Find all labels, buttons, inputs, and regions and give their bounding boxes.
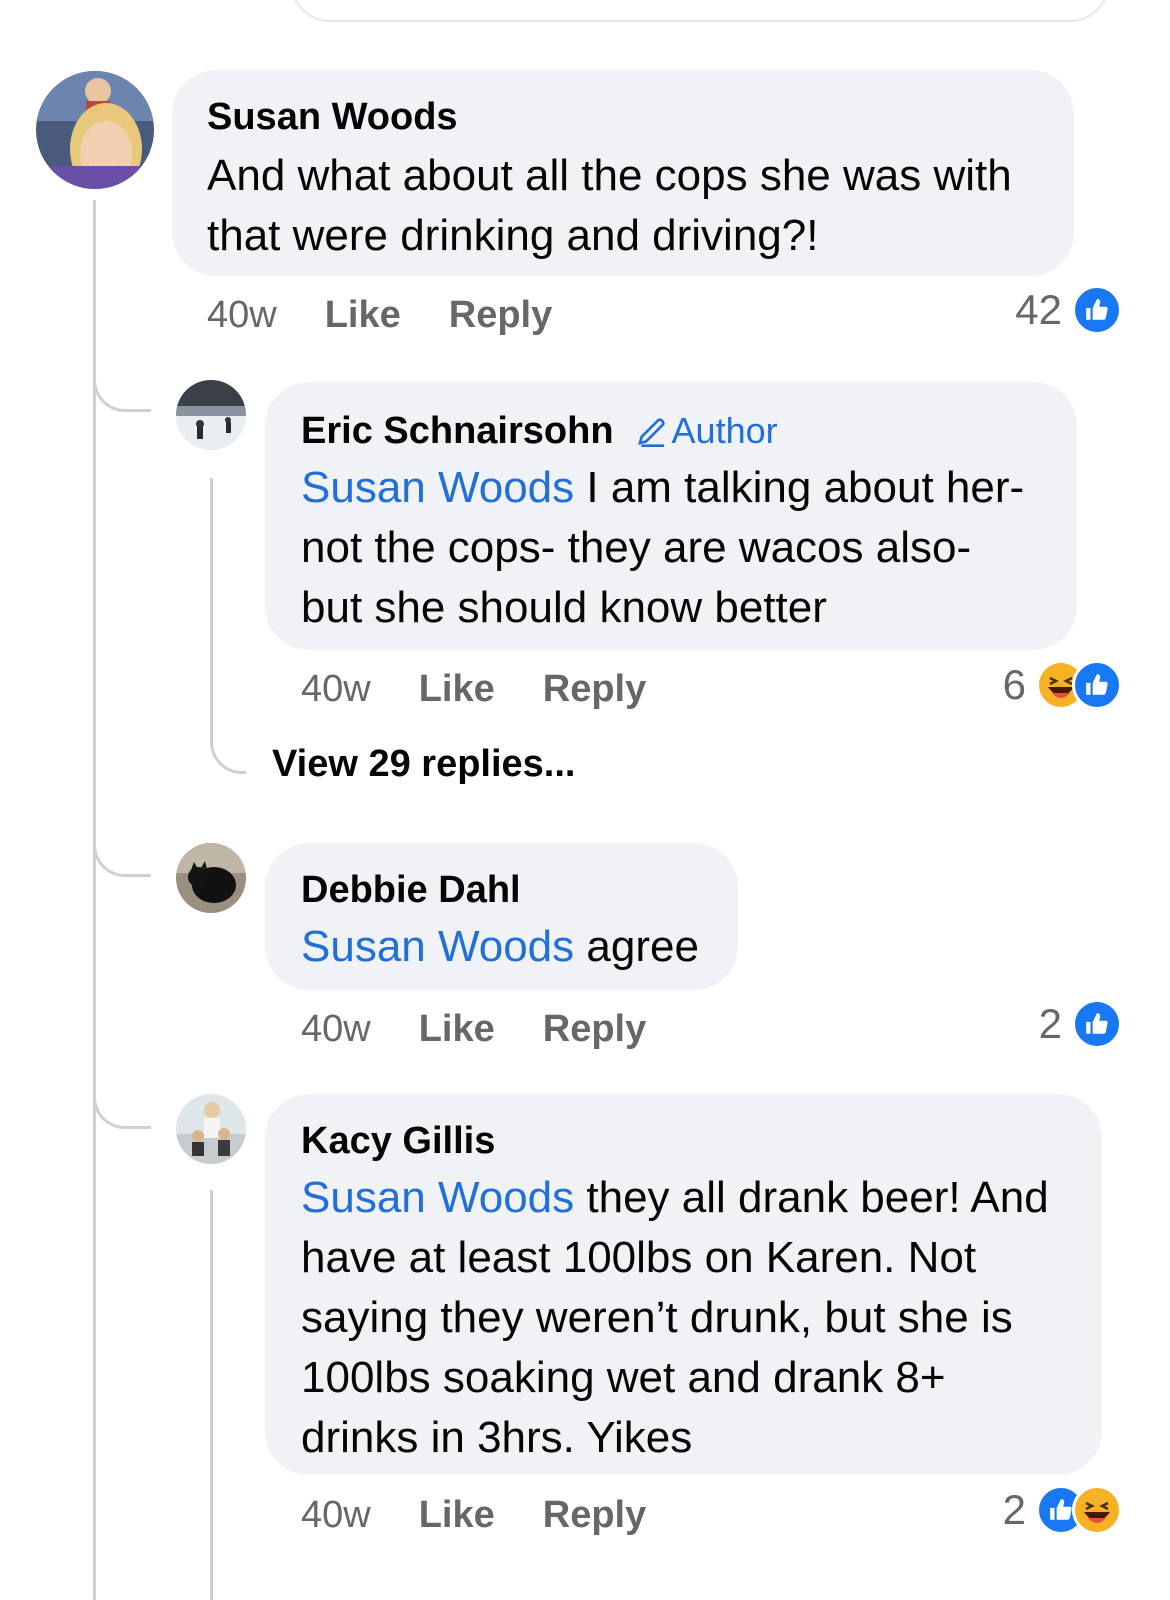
comment-author[interactable]: Susan Woods (207, 94, 1040, 140)
thread-connector (93, 1067, 151, 1129)
like-button[interactable]: Like (325, 294, 401, 337)
thread-line-sub (210, 1190, 213, 1600)
comment-author[interactable]: Debbie Dahl (301, 867, 704, 913)
reaction-summary[interactable]: 2 (1039, 994, 1122, 1054)
avatar[interactable] (176, 843, 246, 913)
like-icon (1072, 999, 1122, 1049)
avatar[interactable] (36, 71, 154, 189)
comment-author[interactable]: Eric Schnairsohn (301, 410, 614, 452)
comment-actions: 40w Like Reply (301, 1008, 694, 1051)
pencil-icon (637, 418, 665, 447)
comment-timestamp[interactable]: 40w (301, 668, 371, 711)
comment-actions: 40w Like Reply (301, 668, 694, 711)
reaction-summary[interactable]: 6 (1003, 655, 1122, 715)
comment-bubble: Susan Woods And what about all the cops … (172, 70, 1074, 276)
comment-text: And what about all the cops she was with… (207, 151, 1012, 260)
mention-link[interactable]: Susan Woods (301, 463, 574, 512)
comment-header: Eric Schnairsohn Author (301, 408, 1043, 454)
view-replies-link[interactable]: View 29 replies... (272, 743, 575, 786)
comment-actions: 40w Like Reply (301, 1494, 694, 1537)
thread-connector (210, 478, 246, 774)
mention-link[interactable]: Susan Woods (301, 1173, 574, 1222)
reaction-summary[interactable]: 2 (1003, 1480, 1122, 1540)
reaction-count: 42 (1015, 286, 1062, 333)
avatar[interactable] (176, 1094, 246, 1164)
comment-bubble: Debbie Dahl Susan Woods agree (265, 843, 738, 990)
mention-link[interactable]: Susan Woods (301, 922, 574, 971)
author-badge: Author (636, 408, 778, 454)
reply-button[interactable]: Reply (449, 294, 552, 337)
like-button[interactable]: Like (419, 1008, 495, 1051)
reply-button[interactable]: Reply (543, 668, 646, 711)
thread-line-main (93, 200, 96, 1600)
comment-text: Susan Woods they all drank beer! And hav… (301, 1168, 1068, 1468)
like-icon (1072, 660, 1122, 710)
comment-timestamp[interactable]: 40w (301, 1494, 371, 1537)
comment-text: Susan Woods I am talking about her- not … (301, 458, 1043, 638)
avatar[interactable] (176, 380, 246, 450)
comment-bubble: Eric Schnairsohn Author Susan Woods I am … (265, 382, 1077, 650)
comment-actions: 40w Like Reply (207, 294, 600, 337)
comment-text: Susan Woods agree (301, 917, 704, 977)
haha-icon (1072, 1485, 1122, 1535)
previous-comment-bubble-edge (290, 0, 1110, 22)
comment-timestamp[interactable]: 40w (207, 294, 277, 337)
reaction-count: 6 (1002, 661, 1026, 708)
like-button[interactable]: Like (419, 668, 495, 711)
thread-connector (93, 350, 151, 412)
comment-timestamp[interactable]: 40w (301, 1008, 371, 1051)
like-icon (1072, 285, 1122, 335)
comment-body: agree (586, 922, 699, 971)
reply-button[interactable]: Reply (543, 1008, 646, 1051)
comment-bubble: Kacy Gillis Susan Woods they all drank b… (265, 1094, 1102, 1475)
like-button[interactable]: Like (419, 1494, 495, 1537)
reaction-count: 2 (1038, 1000, 1062, 1047)
comment-author[interactable]: Kacy Gillis (301, 1118, 1068, 1164)
reaction-summary[interactable]: 42 (1015, 280, 1122, 340)
reply-button[interactable]: Reply (543, 1494, 646, 1537)
reaction-count: 2 (1002, 1486, 1026, 1533)
thread-connector (93, 815, 151, 877)
author-badge-label: Author (671, 410, 778, 451)
